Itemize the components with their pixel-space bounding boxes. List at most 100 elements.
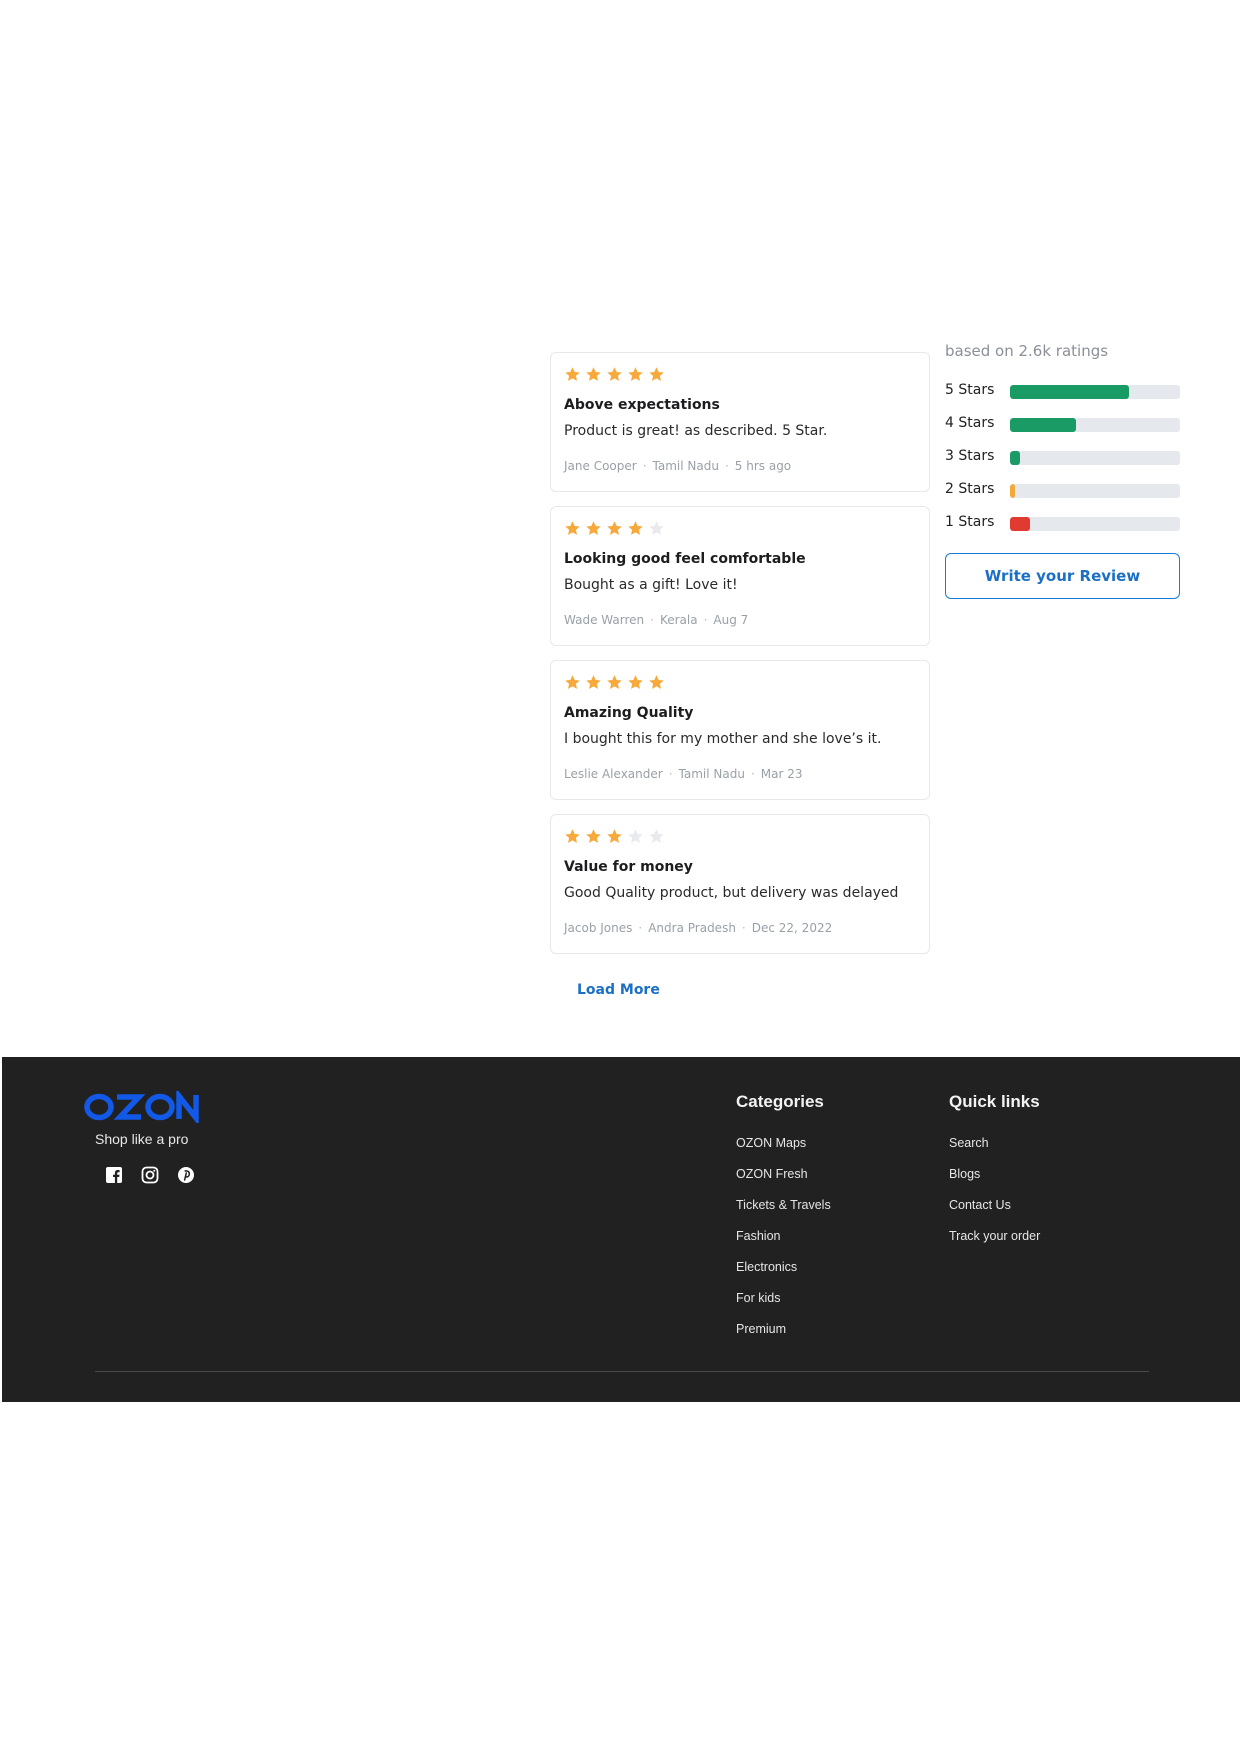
star-filled-icon (586, 675, 601, 689)
ozon-logo-mark (84, 1087, 199, 1127)
review-meta: Jane Cooper · Tamil Nadu · 5 hrs ago (564, 459, 791, 473)
star-filled-icon (607, 367, 622, 381)
footer-link-electronics[interactable]: Electronics (736, 1260, 797, 1274)
quick-links-heading: Quick links (949, 1092, 1040, 1111)
footer-divider (95, 1371, 1149, 1372)
review-title: Looking good feel comfortable (564, 551, 806, 567)
pinterest-icon[interactable] (177, 1166, 195, 1184)
review-location: Tamil Nadu (678, 767, 745, 781)
separator-dot: · (750, 767, 755, 781)
rating-bar-fill (1010, 451, 1021, 465)
separator-dot: · (724, 459, 729, 473)
review-title: Above expectations (564, 397, 720, 413)
footer-link-ozon-maps[interactable]: OZON Maps (736, 1136, 806, 1150)
categories-heading: Categories (736, 1092, 824, 1111)
review-meta: Wade Warren · Kerala · Aug 7 (564, 613, 748, 627)
separator-dot: · (741, 921, 746, 935)
write-review-button[interactable]: Write your Review (945, 553, 1180, 599)
footer-link-track-order[interactable]: Track your order (949, 1229, 1040, 1243)
review-author: Jacob Jones (564, 921, 633, 935)
rating-bar-fill (1010, 484, 1016, 498)
star-filled-icon (628, 367, 643, 381)
star-filled-icon (628, 521, 643, 535)
star-filled-icon (565, 675, 580, 689)
star-filled-icon (586, 829, 601, 843)
star-rating (564, 366, 665, 383)
ozon-logo[interactable] (84, 1087, 202, 1128)
facebook-icon[interactable] (105, 1166, 123, 1184)
rating-label: 2 Stars (945, 481, 995, 497)
instagram-icon[interactable] (141, 1166, 159, 1184)
review-meta: Leslie Alexander · Tamil Nadu · Mar 23 (564, 767, 803, 781)
rating-row-5: 5 Stars (945, 381, 1180, 401)
review-author: Jane Cooper (564, 459, 637, 473)
review-time: Mar 23 (760, 767, 803, 781)
rating-label: 3 Stars (945, 448, 995, 464)
separator-dot: · (642, 459, 647, 473)
footer-link-premium[interactable]: Premium (736, 1322, 786, 1336)
star-filled-icon (586, 521, 601, 535)
rating-bar-fill (1010, 385, 1129, 399)
footer-link-search[interactable]: Search (949, 1136, 989, 1150)
footer-link-tickets-travels[interactable]: Tickets & Travels (736, 1198, 831, 1212)
star-filled-icon (628, 675, 643, 689)
footer: Shop like a pro Categories OZON Maps OZO… (2, 1057, 1240, 1402)
review-meta: Jacob Jones · Andra Pradesh · Dec 22, 2022 (564, 921, 832, 935)
footer-link-for-kids[interactable]: For kids (736, 1291, 780, 1305)
star-filled-icon (649, 367, 664, 381)
review-location: Tamil Nadu (652, 459, 719, 473)
star-filled-icon (649, 675, 664, 689)
star-filled-icon (586, 367, 601, 381)
rating-bar-track (1010, 484, 1180, 498)
review-time: Dec 22, 2022 (751, 921, 833, 935)
review-body: Product is great! as described. 5 Star. (564, 423, 828, 439)
rating-bar-track (1010, 385, 1180, 399)
star-filled-icon (607, 521, 622, 535)
star-filled-icon (565, 521, 580, 535)
rating-bar-track (1010, 517, 1180, 531)
rating-label: 5 Stars (945, 382, 995, 398)
separator-dot: · (650, 613, 654, 627)
star-rating (564, 674, 665, 691)
rating-row-1: 1 Stars (945, 513, 1180, 533)
load-more-link[interactable]: Load More (577, 982, 660, 998)
review-title: Amazing Quality (564, 705, 694, 721)
review-card: Value for money Good Quality product, bu… (550, 814, 930, 954)
review-body: Good Quality product, but delivery was d… (564, 885, 899, 901)
rating-row-4: 4 Stars (945, 414, 1180, 434)
star-filled-icon (565, 367, 580, 381)
footer-link-blogs[interactable]: Blogs (949, 1167, 980, 1181)
review-body: Bought as a gift! Love it! (564, 577, 738, 593)
star-rating (564, 520, 665, 537)
rating-bar-fill (1010, 517, 1031, 531)
rating-bar-track (1010, 418, 1180, 432)
footer-link-ozon-fresh[interactable]: OZON Fresh (736, 1167, 808, 1181)
review-time: Aug 7 (713, 613, 749, 627)
tagline: Shop like a pro (95, 1131, 189, 1147)
rating-bar-track (1010, 451, 1180, 465)
review-card: Looking good feel comfortable Bought as … (550, 506, 930, 646)
star-filled-icon (565, 829, 580, 843)
review-card: Above expectations Product is great! as … (550, 352, 930, 492)
social-links (105, 1166, 195, 1184)
review-title: Value for money (564, 859, 693, 875)
rating-label: 1 Stars (945, 514, 995, 530)
review-card: Amazing Quality I bought this for my mot… (550, 660, 930, 800)
footer-link-fashion[interactable]: Fashion (736, 1229, 780, 1243)
rating-bar-fill (1010, 418, 1077, 432)
ratings-count-text: based on 2.6k ratings (945, 342, 1109, 360)
star-empty-icon (649, 521, 664, 535)
rating-row-2: 2 Stars (945, 480, 1180, 500)
star-filled-icon (607, 829, 622, 843)
rating-label: 4 Stars (945, 415, 995, 431)
separator-dot: · (703, 613, 708, 627)
star-empty-icon (649, 829, 664, 843)
star-rating (564, 828, 665, 845)
separator-dot: · (638, 921, 643, 935)
star-empty-icon (628, 829, 643, 843)
footer-link-contact-us[interactable]: Contact Us (949, 1198, 1011, 1212)
review-author: Wade Warren (564, 613, 645, 627)
separator-dot: · (668, 767, 673, 781)
review-body: I bought this for my mother and she love… (564, 731, 882, 747)
review-time: 5 hrs ago (734, 459, 792, 473)
